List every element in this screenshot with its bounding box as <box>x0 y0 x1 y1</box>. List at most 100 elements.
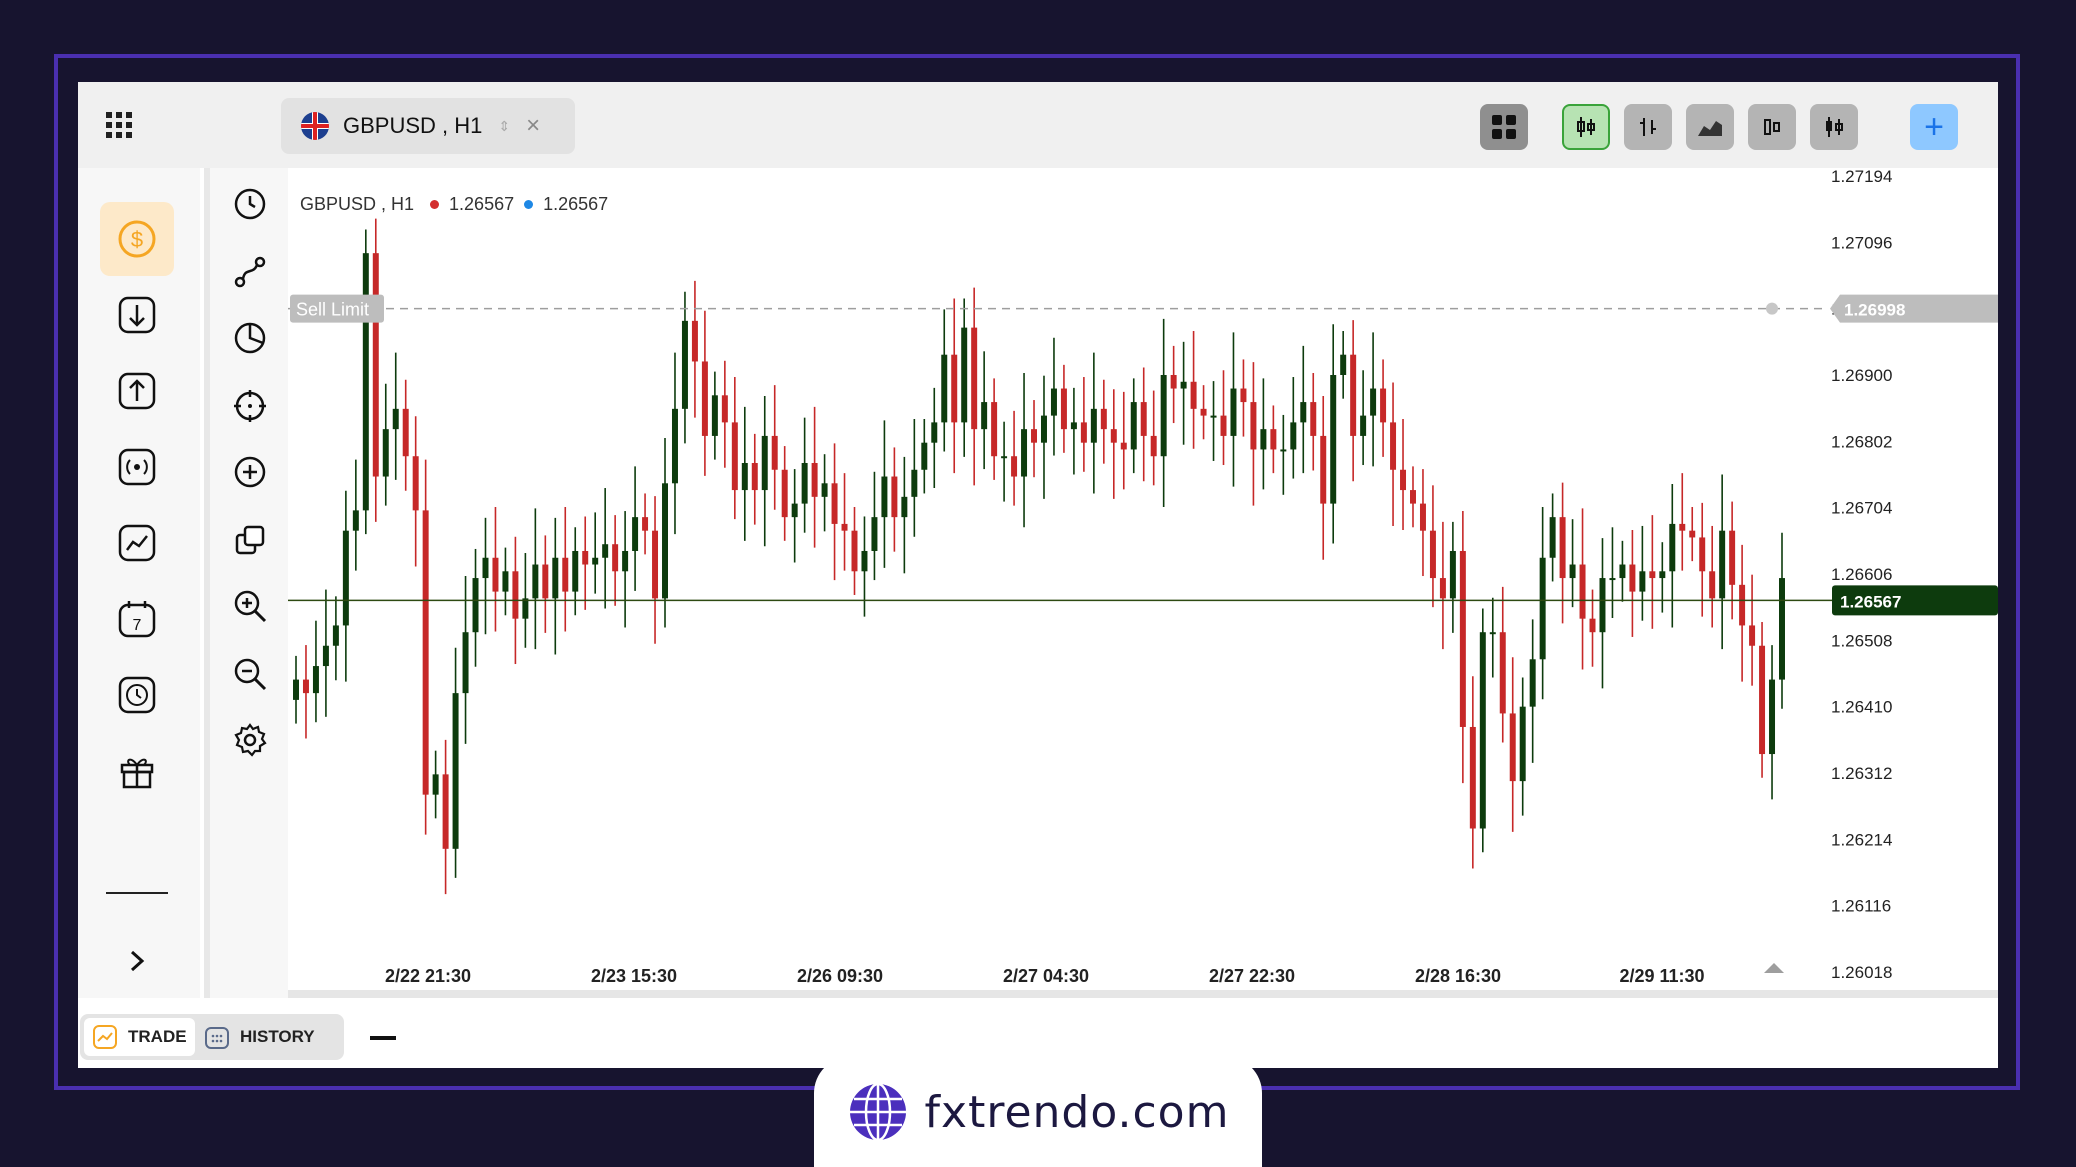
chart-canvas[interactable]: 1.27194 1.27096 1.26998 1.26900 1.26802 1.267… <box>288 168 1998 998</box>
candle-body <box>1190 381 1197 409</box>
zoom-in-icon[interactable] <box>230 586 270 626</box>
trendline-tool-icon[interactable] <box>230 252 270 292</box>
layout-grid-icon <box>1492 115 1516 139</box>
settings-gear-icon[interactable] <box>230 720 270 760</box>
candle-body <box>362 253 369 511</box>
broadcast-icon <box>118 448 156 486</box>
candle-body <box>771 435 778 470</box>
apps-grid-icon[interactable] <box>106 112 132 138</box>
candle-body <box>931 422 938 443</box>
sidebar-item-rewards[interactable] <box>100 734 174 808</box>
y-tick-label: 1.26116 <box>1831 897 1891 916</box>
sell-limit-price: 1.26998 <box>1844 301 1905 320</box>
hlc-chart-button[interactable] <box>1748 104 1796 150</box>
chart-scrollbar <box>288 990 1998 998</box>
candlestick-chart-button[interactable] <box>1562 104 1610 150</box>
candle-body <box>1519 706 1526 782</box>
svg-text:$: $ <box>131 227 143 252</box>
tab-trade-label: TRADE <box>128 1027 187 1046</box>
trade-chart-icon <box>93 1025 117 1049</box>
candle-body <box>1220 415 1227 436</box>
y-tick-label: 1.26704 <box>1831 499 1892 518</box>
candle-body <box>472 578 479 633</box>
sidebar-item-trade[interactable]: $ <box>100 202 174 276</box>
columns-icon <box>1764 119 1780 135</box>
tab-trade[interactable]: TRADE <box>84 1018 195 1056</box>
candle-body <box>562 557 569 592</box>
candle-body <box>1459 550 1466 727</box>
candle-body <box>482 557 489 579</box>
symbol-tab[interactable]: GBPUSD , H1 ⇕ × <box>281 98 575 154</box>
candle-body <box>322 645 329 667</box>
x-tick-label: 2/29 11:30 <box>1619 966 1704 986</box>
y-tick-label: 1.26312 <box>1831 764 1892 783</box>
sidebar-item-withdraw[interactable] <box>100 354 174 428</box>
candle-body <box>671 408 678 484</box>
crosshair-icon[interactable] <box>230 386 270 426</box>
candle-body <box>1749 625 1756 646</box>
layout-grid-button[interactable] <box>1480 104 1528 150</box>
candle-body <box>1320 435 1327 504</box>
candle-body <box>1330 375 1337 504</box>
candle-body <box>1709 571 1716 599</box>
tab-history[interactable]: HISTORY <box>204 1018 315 1056</box>
candle-body <box>1779 578 1785 680</box>
drag-handle-icon[interactable]: ⇕ <box>498 118 510 135</box>
candle-body <box>961 327 968 423</box>
candle-body <box>901 496 908 518</box>
expand-sidebar-button[interactable] <box>100 938 174 984</box>
scroll-up-arrow-icon <box>1764 963 1784 973</box>
uk-flag-icon <box>301 112 329 140</box>
candle-body <box>841 523 848 531</box>
candle-body <box>512 571 519 619</box>
candle-body <box>1031 429 1038 443</box>
candle-body <box>1270 429 1277 450</box>
candle-body <box>302 679 309 694</box>
add-circle-icon[interactable] <box>230 452 270 492</box>
candle-body <box>1260 429 1267 450</box>
arrow-up-icon <box>118 372 156 410</box>
ask-price: 1.26567 <box>543 194 609 214</box>
sidebar-item-deposit[interactable] <box>100 278 174 352</box>
clock-icon[interactable] <box>230 184 270 224</box>
sidebar-item-calendar[interactable]: 7 <box>100 582 174 656</box>
sidebar-item-analytics[interactable] <box>100 506 174 580</box>
candle-body <box>1739 584 1746 626</box>
candle-body <box>941 354 948 423</box>
candle-body <box>971 327 978 430</box>
trading-app: GBPUSD , H1 ⇕ × + $ 7 1.27194 1.27096 1.… <box>78 82 1998 1068</box>
left-sidebar: $ 7 <box>78 168 200 998</box>
trend-line-icon <box>118 524 156 562</box>
candle-body <box>1439 578 1446 599</box>
candle-body <box>293 679 299 700</box>
y-tick-label: 1.26018 <box>1831 963 1892 982</box>
area-chart-button[interactable] <box>1686 104 1734 150</box>
bar-chart-button[interactable] <box>1624 104 1672 150</box>
candle-body <box>1769 679 1776 755</box>
sidebar-item-signals[interactable] <box>100 430 174 504</box>
hollow-candle-button[interactable] <box>1810 104 1858 150</box>
candle-body <box>1340 354 1347 375</box>
globe-icon <box>849 1082 906 1142</box>
gift-icon <box>120 758 154 789</box>
candle-body <box>881 476 888 518</box>
candle-body <box>1559 517 1566 579</box>
x-tick-label: 2/22 21:30 <box>385 966 471 986</box>
minimize-panel-button[interactable] <box>370 1036 396 1040</box>
candle-body <box>701 361 708 436</box>
candle-body <box>1100 408 1107 430</box>
pie-tool-icon[interactable] <box>230 318 270 358</box>
candle-body <box>831 483 838 524</box>
candle-body <box>632 517 639 551</box>
add-chart-button[interactable]: + <box>1910 104 1958 150</box>
price-chart[interactable]: 1.27194 1.27096 1.26998 1.26900 1.26802 1.267… <box>288 168 1998 998</box>
sidebar-item-history[interactable] <box>100 658 174 732</box>
zoom-out-icon[interactable] <box>230 654 270 694</box>
close-icon[interactable]: × <box>526 112 540 140</box>
y-tick-label: 1.26606 <box>1831 565 1892 584</box>
copy-icon[interactable] <box>230 520 270 560</box>
candle-body <box>1250 402 1257 450</box>
candle-body <box>921 442 928 470</box>
candle-body <box>552 557 559 599</box>
candle-body <box>801 462 808 504</box>
